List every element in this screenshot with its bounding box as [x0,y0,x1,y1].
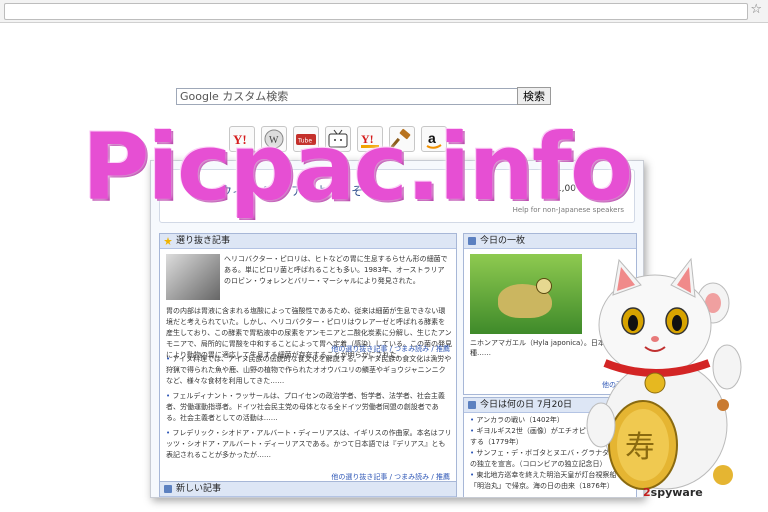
frog-image[interactable] [470,254,582,334]
picpac-watermark: Picpac.info [82,114,633,221]
list-item[interactable]: フレデリック・シオドア・アルバート・ディーリアスは、イギリスの作曲家。本名はフリ… [166,428,452,461]
featured-header: 選り抜き記事 [160,234,456,249]
search-button[interactable]: 検索 [517,87,551,105]
search-input[interactable] [176,88,521,105]
2spyware-logo: 2spyware [643,486,703,499]
featured-more-link[interactable]: 他の選り抜き記事 / つまみ読み / 推薦 [331,344,450,354]
frog-eye [536,278,552,294]
svg-text:寿: 寿 [625,430,655,465]
featured-summary: ヘリコバクター・ピロリは、ヒトなどの胃に生息するらせん形の細菌である。単にピロリ… [224,255,448,285]
featured-list: アイヌ料理では、アイヌ民族の伝統的な食文化を解説する。アイヌ民族の食文化は漁労や… [166,354,452,465]
lucky-cat-icon: 寿 [586,257,742,490]
featured-article-panel: 選り抜き記事 ヘリコバクター・ピロリは、ヒトなどの胃に生息するらせん形の細菌であ… [159,233,457,487]
logo-digit: 2 [643,486,651,499]
bookmark-star-icon[interactable]: ☆ [750,2,762,18]
logo-text: spyware [650,486,703,499]
list-item[interactable]: フェルディナント・ラッサールは、プロイセンの政治学者、哲学者、法学者、社会主義者… [166,391,452,424]
new-articles-panel: 新しい記事 [159,481,457,497]
browser-toolbar: ☆ [0,0,768,23]
address-bar[interactable] [4,3,748,20]
list-item[interactable]: アイヌ料理では、アイヌ民族の伝統的な食文化を解説する。アイヌ民族の食文化は漁労や… [166,354,452,387]
new-articles-header: 新しい記事 [160,482,456,497]
photo-header: 今日の一枚 [464,234,636,249]
featured-image[interactable] [166,254,220,300]
